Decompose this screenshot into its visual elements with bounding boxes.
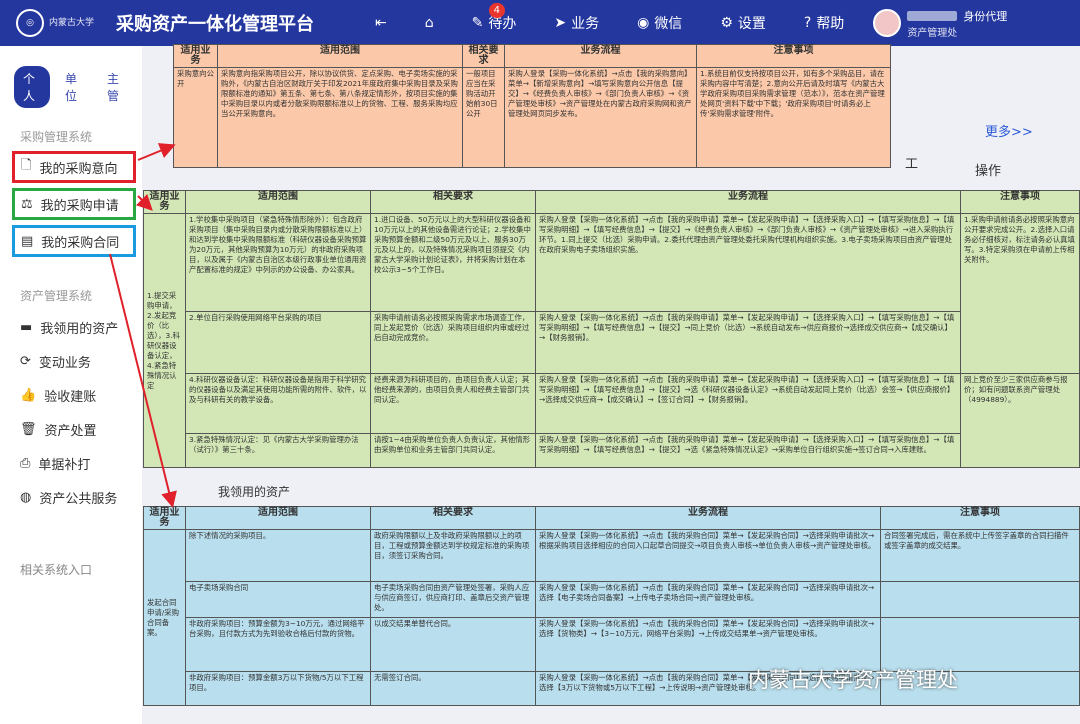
sidebar-item-change[interactable]: ⟳ 变动业务 <box>0 344 142 378</box>
user-name-blurred <box>907 10 958 21</box>
send-icon: ➤ <box>554 15 567 31</box>
todo-button[interactable]: ✎ 待办 4 <box>453 0 536 46</box>
refresh-icon: ⟳ <box>20 353 31 369</box>
table-row: 电子卖场采购合同 电子卖场采购合同由资产管理处签署，采购人应与供应商签订，供应商打… <box>144 581 1080 618</box>
app-title: 采购资产一体化管理平台 <box>116 14 314 35</box>
todo-badge: 4 <box>488 3 505 18</box>
intent-table: 适用业务 适用范围 相关要求 业务流程 注意事项 采购意向公开 采购意向指采购项… <box>173 44 891 168</box>
sidebar-item-my-application[interactable]: ⚖ 我的采购申请 <box>12 188 136 220</box>
scale-icon: ⚖ <box>21 196 33 212</box>
trash-icon: 🗑 <box>20 421 37 437</box>
sidebar-item-my-intent[interactable]: 🗋 我的采购意向 <box>12 151 136 183</box>
collapse-icon: ⇤ <box>375 15 387 31</box>
thumbs-up-icon: 👍 <box>20 387 37 403</box>
settings-button[interactable]: ⚙ 设置 <box>701 0 785 46</box>
sidebar: 个人 单位 主管 采购管理系统 🗋 我的采购意向 ⚖ 我的采购申请 ▤ 我的采购合同 … <box>0 46 142 724</box>
home-button[interactable]: ⌂ <box>406 0 453 46</box>
user-role: 身份代理 <box>963 9 1008 23</box>
avatar <box>873 9 902 37</box>
help-icon: ? <box>803 15 812 31</box>
document-icon: 🗋 <box>21 158 32 173</box>
laptop-icon: ▬ <box>20 319 33 335</box>
sidebar-item-my-assets[interactable]: ▬ 我领用的资产 <box>0 310 142 344</box>
tab-admin[interactable]: 主管 <box>98 66 134 108</box>
sidebar-item-acceptance[interactable]: 👍 验收建账 <box>0 378 142 412</box>
table-row: 适用业务 适用范围 相关要求 业务流程 注意事项 <box>143 190 1080 214</box>
application-table: 适用业务 适用范围 相关要求 业务流程 注意事项 1.提交采购申请，2.发起竞价… <box>143 190 1080 468</box>
sidebar-item-reprint[interactable]: ⎙ 单据补打 <box>0 446 142 480</box>
table-row: 采购意向公开 采购意向指采购项目公开，除以协议供货、定点采购、电子卖场实施的采购… <box>173 67 891 168</box>
gear-icon: ⚙ <box>720 15 733 31</box>
operation-header: 操作 <box>975 164 1002 179</box>
table-row: 2.单位自行采购使用网络平台采购的项目 采购申请前请务必按照采购需求市场调查工作，… <box>144 311 1080 374</box>
globe-icon: ◍ <box>20 489 32 505</box>
top-nav: ⇤ ⌂ ✎ 待办 4 ➤ 业务 ◉ 微信 ⚙ 设置 ? 帮助 <box>356 0 863 46</box>
received-assets-label: 我领用的资产 <box>218 485 291 499</box>
table-row: 发起合同申请/采购合同备案。 除下述情况的采购项目。 政府采购限额以上及非政府采购… <box>143 529 1080 706</box>
work-label: 工 <box>905 157 919 172</box>
more-link[interactable]: 更多>> <box>985 121 1033 140</box>
group-procurement: 采购管理系统 <box>20 130 93 144</box>
edit-icon: ✎ <box>471 15 484 31</box>
tab-unit[interactable]: 单位 <box>56 66 92 108</box>
university-logo: ◎ 内蒙古大学 <box>0 9 108 37</box>
top-bar: ◎ 内蒙古大学 采购资产一体化管理平台 ⇤ ⌂ ✎ 待办 4 ➤ 业务 ◉ 微信 ⚙ 设置… <box>0 0 1080 46</box>
sidebar-item-my-contract[interactable]: ▤ 我的采购合同 <box>12 225 136 257</box>
seal-icon: ◎ <box>16 9 44 37</box>
help-button[interactable]: ? 帮助 <box>785 0 863 46</box>
user-menu[interactable]: 身份代理 资产管理处 <box>873 8 1007 39</box>
related-systems[interactable]: 相关系统入口 <box>20 561 92 578</box>
sidebar-item-disposal[interactable]: 🗑 资产处置 <box>0 412 142 446</box>
sidebar-tabs: 个人 单位 主管 <box>14 66 134 108</box>
sidebar-item-public-service[interactable]: ◍ 资产公共服务 <box>0 480 142 514</box>
watermark: 内蒙古大学资产管理处 <box>748 668 958 692</box>
group-asset: 资产管理系统 <box>20 289 93 303</box>
table-row: 4.科研仪器设备认定：科研仪器设备是指用于科学研究的仪器设备以及满足其使用功能所… <box>144 373 1080 468</box>
tab-personal[interactable]: 个人 <box>14 66 50 108</box>
home-icon: ⌂ <box>424 15 434 31</box>
collapse-button[interactable]: ⇤ <box>356 0 406 46</box>
table-row: 1.提交采购申请，2.发起竞价（比选），3.科研仪器设备认定，4.紧急特殊情况认… <box>143 213 1080 468</box>
wechat-button[interactable]: ◉ 微信 <box>618 0 701 46</box>
user-dept: 资产管理处 <box>907 27 958 39</box>
arrow-to-intent <box>137 143 176 161</box>
university-name: 内蒙古大学 <box>49 17 95 28</box>
contract-icon: ▤ <box>21 233 34 249</box>
wechat-icon: ◉ <box>637 15 650 31</box>
business-button[interactable]: ➤ 业务 <box>535 0 618 46</box>
table-row: 适用业务 适用范围 相关要求 业务流程 注意事项 <box>173 44 891 68</box>
printer-icon: ⎙ <box>20 455 31 471</box>
table-row: 3.紧急特殊情况认定：见《内蒙古大学采购管理办法（试行）》第三十条。 请按1~4由… <box>144 433 1080 468</box>
table-row: 适用业务 适用范围 相关要求 业务流程 注意事项 <box>143 506 1080 530</box>
